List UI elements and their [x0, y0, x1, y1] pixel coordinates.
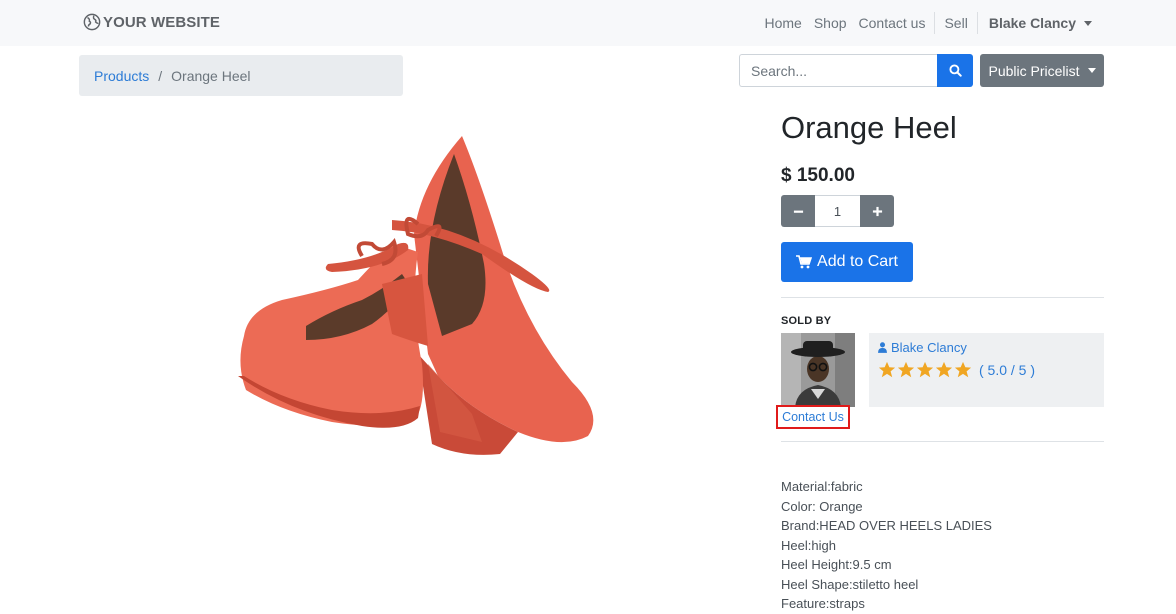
- description-line: Material:fabric: [781, 479, 863, 494]
- nav-links: Home Shop Contact us Sell Blake Clancy: [758, 0, 1098, 46]
- seller-name-link[interactable]: Blake Clancy: [878, 340, 967, 355]
- search-input[interactable]: [739, 54, 937, 87]
- nav-divider: [934, 12, 936, 34]
- seller-avatar[interactable]: [781, 333, 855, 407]
- description-line: Brand:HEAD OVER HEELS LADIES: [781, 518, 992, 533]
- product-description: Material:fabric Color: Orange Brand:HEAD…: [781, 477, 992, 614]
- breadcrumb-separator: /: [158, 67, 163, 84]
- search-form: [739, 54, 973, 87]
- description-line: Heel Height:9.5 cm: [781, 557, 892, 572]
- product-image: [232, 114, 602, 466]
- quantity-increase-button[interactable]: [860, 195, 894, 227]
- user-icon: [878, 342, 887, 353]
- seller-name: Blake Clancy: [891, 340, 967, 355]
- product-price: $ 150.00: [781, 165, 855, 186]
- star-icon: [954, 361, 972, 378]
- pricelist-dropdown[interactable]: Public Pricelist: [980, 54, 1104, 87]
- star-icon: [897, 361, 915, 378]
- search-icon: [948, 64, 962, 77]
- nav-shop[interactable]: Shop: [808, 15, 853, 31]
- nav-home[interactable]: Home: [758, 15, 807, 31]
- quantity-decrease-button[interactable]: [781, 195, 815, 227]
- breadcrumb-current: Orange Heel: [171, 67, 251, 84]
- sold-by-heading: SOLD BY: [781, 315, 832, 327]
- site-logo[interactable]: YOUR WEBSITE: [83, 13, 220, 31]
- quantity-input[interactable]: [815, 195, 860, 227]
- nav-sell[interactable]: Sell: [938, 15, 973, 31]
- star-icon: [935, 361, 953, 378]
- product-title: Orange Heel: [781, 110, 957, 145]
- rating-value: ( 5.0 / 5 ): [979, 362, 1036, 378]
- contact-us-link[interactable]: Contact Us: [776, 405, 850, 429]
- user-name: Blake Clancy: [988, 15, 1076, 31]
- nav-contact-us[interactable]: Contact us: [853, 15, 932, 31]
- add-to-cart-button[interactable]: Add to Cart: [781, 242, 913, 282]
- star-icon: [878, 361, 896, 378]
- search-button[interactable]: [937, 54, 973, 87]
- pricelist-label: Public Pricelist: [988, 62, 1080, 79]
- seller-card: Blake Clancy ( 5.0 / 5 ): [869, 333, 1104, 407]
- plus-icon: [872, 206, 882, 216]
- description-line: Heel Shape:stiletto heel: [781, 576, 919, 592]
- shopping-cart-icon: [796, 255, 813, 269]
- divider: [781, 297, 1104, 298]
- logo-text: YOUR WEBSITE: [103, 13, 221, 31]
- description-line: Heel:high: [781, 537, 836, 553]
- seller-photo: [781, 333, 855, 407]
- caret-down-icon: [1084, 20, 1092, 26]
- add-to-cart-label: Add to Cart: [817, 253, 898, 270]
- globe-icon: [83, 13, 101, 31]
- seller-rating: ( 5.0 / 5 ): [878, 361, 1035, 379]
- top-navbar: YOUR WEBSITE Home Shop Contact us Sell B…: [0, 0, 1176, 46]
- description-line: Feature:straps: [781, 596, 865, 611]
- caret-down-icon: [1087, 68, 1096, 73]
- breadcrumb: Products / Orange Heel: [79, 55, 403, 96]
- minus-icon: [793, 210, 803, 213]
- breadcrumb-products[interactable]: Products: [94, 68, 149, 84]
- quantity-stepper: [781, 195, 894, 227]
- user-menu[interactable]: Blake Clancy: [981, 15, 1098, 31]
- description-line: Color: Orange: [781, 498, 863, 514]
- divider: [781, 441, 1104, 442]
- star-icon: [916, 361, 934, 378]
- nav-divider: [976, 12, 978, 34]
